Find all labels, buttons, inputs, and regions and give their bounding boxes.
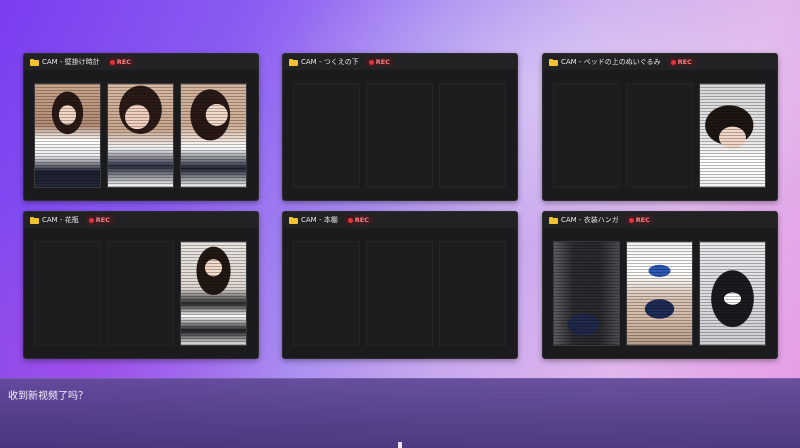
video-panes — [553, 241, 767, 346]
window-title: CAM - つくえの下 — [301, 58, 359, 66]
window-title: CAM - 本棚 — [301, 216, 338, 224]
advance-cursor-icon — [398, 442, 402, 448]
empty-video-slot — [366, 241, 433, 346]
scanline-overlay — [108, 84, 173, 187]
window-title: CAM - 壁掛け時計 — [42, 58, 100, 66]
rec-badge: REC — [666, 57, 696, 67]
scanline-overlay — [181, 84, 246, 187]
cam-window-2[interactable]: CAM - つくえの下 REC — [282, 53, 518, 201]
rec-label: REC — [635, 216, 650, 224]
rec-label: REC — [116, 58, 131, 66]
empty-video-slot — [553, 83, 620, 188]
empty-video-slot — [626, 83, 693, 188]
cam-window-6[interactable]: CAM - 衣装ハンガ REC — [542, 211, 778, 359]
rec-label: REC — [677, 58, 692, 66]
folder-icon — [30, 58, 39, 66]
dialog-text: 收到新视频了吗？ — [8, 391, 88, 402]
dialog-box[interactable]: 收到新视频了吗？ — [0, 378, 800, 448]
rec-badge: REC — [84, 215, 114, 225]
record-dot-icon — [88, 217, 94, 223]
window-titlebar[interactable]: CAM - ベッドの上のぬいぐるみ REC — [543, 54, 777, 70]
record-dot-icon — [670, 59, 676, 65]
video-thumbnail[interactable] — [180, 241, 247, 346]
rec-label: REC — [95, 216, 110, 224]
record-dot-icon — [368, 59, 374, 65]
scanline-overlay — [35, 84, 100, 187]
scanline-overlay — [181, 242, 246, 345]
folder-icon — [289, 58, 298, 66]
scanline-overlay — [700, 242, 765, 345]
scanline-overlay — [700, 84, 765, 187]
video-thumbnail[interactable] — [699, 83, 766, 188]
window-titlebar[interactable]: CAM - 本棚 REC — [283, 212, 517, 228]
empty-video-slot — [107, 241, 174, 346]
rec-label: REC — [354, 216, 369, 224]
empty-video-slot — [34, 241, 101, 346]
window-title: CAM - ベッドの上のぬいぐるみ — [561, 58, 661, 66]
window-titlebar[interactable]: CAM - 花瓶 REC — [24, 212, 258, 228]
rec-badge: REC — [624, 215, 654, 225]
video-thumbnail[interactable] — [553, 241, 620, 346]
record-dot-icon — [628, 217, 634, 223]
video-thumbnail[interactable] — [699, 241, 766, 346]
rec-label: REC — [375, 58, 390, 66]
window-titlebar[interactable]: CAM - 衣装ハンガ REC — [543, 212, 777, 228]
cam-window-5[interactable]: CAM - 本棚 REC — [282, 211, 518, 359]
empty-video-slot — [366, 83, 433, 188]
video-panes — [293, 83, 507, 188]
scanline-overlay — [627, 242, 692, 345]
video-thumbnail[interactable] — [180, 83, 247, 188]
video-panes — [34, 83, 248, 188]
video-thumbnail[interactable] — [107, 83, 174, 188]
folder-icon — [289, 216, 298, 224]
empty-video-slot — [293, 83, 360, 188]
record-dot-icon — [347, 217, 353, 223]
video-panes — [293, 241, 507, 346]
window-title: CAM - 衣装ハンガ — [561, 216, 619, 224]
folder-icon — [549, 58, 558, 66]
video-panes — [34, 241, 248, 346]
window-title: CAM - 花瓶 — [42, 216, 79, 224]
empty-video-slot — [293, 241, 360, 346]
window-titlebar[interactable]: CAM - 壁掛け時計 REC — [24, 54, 258, 70]
rec-badge: REC — [343, 215, 373, 225]
cam-window-3[interactable]: CAM - ベッドの上のぬいぐるみ REC — [542, 53, 778, 201]
empty-video-slot — [439, 83, 506, 188]
rec-badge: REC — [105, 57, 135, 67]
cam-window-4[interactable]: CAM - 花瓶 REC — [23, 211, 259, 359]
video-thumbnail[interactable] — [626, 241, 693, 346]
window-titlebar[interactable]: CAM - つくえの下 REC — [283, 54, 517, 70]
record-dot-icon — [109, 59, 115, 65]
video-panes — [553, 83, 767, 188]
folder-icon — [30, 216, 39, 224]
empty-video-slot — [439, 241, 506, 346]
folder-icon — [549, 216, 558, 224]
rec-badge: REC — [364, 57, 394, 67]
video-thumbnail[interactable] — [34, 83, 101, 188]
scanline-overlay — [554, 242, 619, 345]
cam-window-1[interactable]: CAM - 壁掛け時計 REC — [23, 53, 259, 201]
